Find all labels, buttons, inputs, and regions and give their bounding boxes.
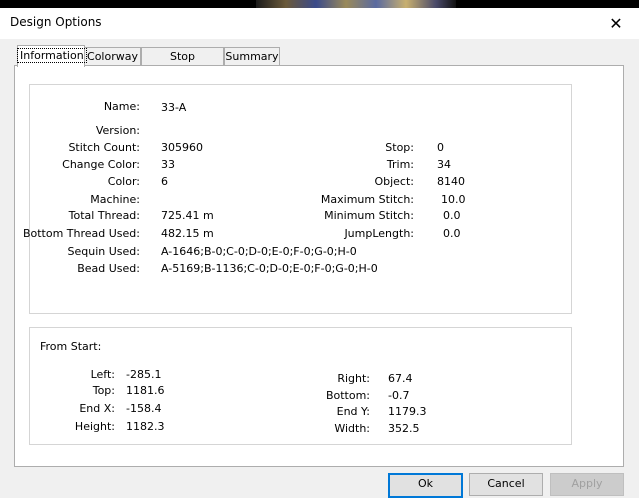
object-value: 8140 bbox=[437, 175, 465, 188]
end-y-value: 1179.3 bbox=[388, 405, 427, 418]
bead-label: Bead Used: bbox=[77, 262, 140, 275]
bead-value: A-5169;B-1136;C-0;D-0;E-0;F-0;G-0;H-0 bbox=[161, 262, 378, 275]
width-label: Width: bbox=[334, 422, 370, 435]
from-start-heading: From Start: bbox=[40, 340, 102, 353]
left-value: -285.1 bbox=[126, 368, 162, 381]
total-thread-value: 725.41 m bbox=[161, 209, 214, 222]
total-thread-label: Total Thread: bbox=[68, 209, 140, 222]
sequin-value: A-1646;B-0;C-0;D-0;E-0;F-0;G-0;H-0 bbox=[161, 245, 357, 258]
from-start-group: From Start: Left: -285.1 Top: 1181.6 End… bbox=[29, 327, 572, 445]
right-label: Right: bbox=[337, 372, 370, 385]
machine-label: Machine: bbox=[90, 193, 140, 206]
top-label: Top: bbox=[92, 384, 115, 397]
tab-colorway[interactable]: Colorway bbox=[84, 47, 141, 66]
object-label: Object: bbox=[374, 175, 414, 188]
max-stitch-value: 10.0 bbox=[441, 193, 466, 206]
stitch-count-label: Stitch Count: bbox=[68, 141, 140, 154]
stop-label: Stop: bbox=[385, 141, 414, 154]
height-value: 1182.3 bbox=[126, 420, 165, 433]
top-value: 1181.6 bbox=[126, 384, 165, 397]
close-icon[interactable]: ✕ bbox=[593, 8, 639, 39]
bottom-thread-value: 482.15 m bbox=[161, 227, 214, 240]
tab-information[interactable]: Information bbox=[17, 45, 87, 67]
sequin-label: Sequin Used: bbox=[67, 245, 140, 258]
min-stitch-value: 0.0 bbox=[443, 209, 461, 222]
name-value: 33-A bbox=[161, 101, 187, 114]
jump-length-label: JumpLength: bbox=[344, 227, 414, 240]
change-color-label: Change Color: bbox=[62, 158, 140, 171]
design-options-dialog: Design Options ✕ Information Colorway St… bbox=[0, 8, 639, 498]
window-title: Design Options bbox=[10, 15, 102, 29]
name-label: Name: bbox=[103, 100, 140, 113]
bottom-label: Bottom: bbox=[325, 389, 370, 402]
title-bar: Design Options ✕ bbox=[0, 8, 639, 39]
height-label: Height: bbox=[74, 420, 115, 433]
end-y-label: End Y: bbox=[336, 405, 370, 418]
max-stitch-label: Maximum Stitch: bbox=[320, 193, 414, 206]
trim-label: Trim: bbox=[386, 158, 414, 171]
tab-summary[interactable]: Summary bbox=[224, 47, 280, 66]
left-label: Left: bbox=[90, 368, 115, 381]
version-label: Version: bbox=[95, 124, 140, 137]
info-group: Name: 33-A Version: Stitch Count: 305960… bbox=[23, 84, 572, 314]
jump-length-value: 0.0 bbox=[443, 227, 461, 240]
right-value: 67.4 bbox=[388, 372, 413, 385]
bottom-thread-label: Bottom Thread Used: bbox=[22, 227, 140, 240]
change-color-value: 33 bbox=[161, 158, 175, 171]
end-x-value: -158.4 bbox=[126, 402, 162, 415]
color-value: 6 bbox=[161, 175, 168, 188]
stitch-count-value: 305960 bbox=[161, 141, 203, 154]
end-x-label: End X: bbox=[79, 402, 115, 415]
color-label: Color: bbox=[107, 175, 140, 188]
bottom-value: -0.7 bbox=[388, 389, 410, 402]
ok-button[interactable]: Ok bbox=[388, 473, 463, 498]
stop-value: 0 bbox=[437, 141, 444, 154]
apply-button[interactable]: Apply bbox=[550, 473, 624, 496]
min-stitch-label: Minimum Stitch: bbox=[324, 209, 414, 222]
width-value: 352.5 bbox=[388, 422, 420, 435]
trim-value: 34 bbox=[437, 158, 451, 171]
information-panel: Name: 33-A Version: Stitch Count: 305960… bbox=[14, 65, 624, 467]
cancel-button[interactable]: Cancel bbox=[469, 473, 543, 496]
tab-stop-sequence[interactable]: Stop Sequence bbox=[141, 47, 224, 81]
